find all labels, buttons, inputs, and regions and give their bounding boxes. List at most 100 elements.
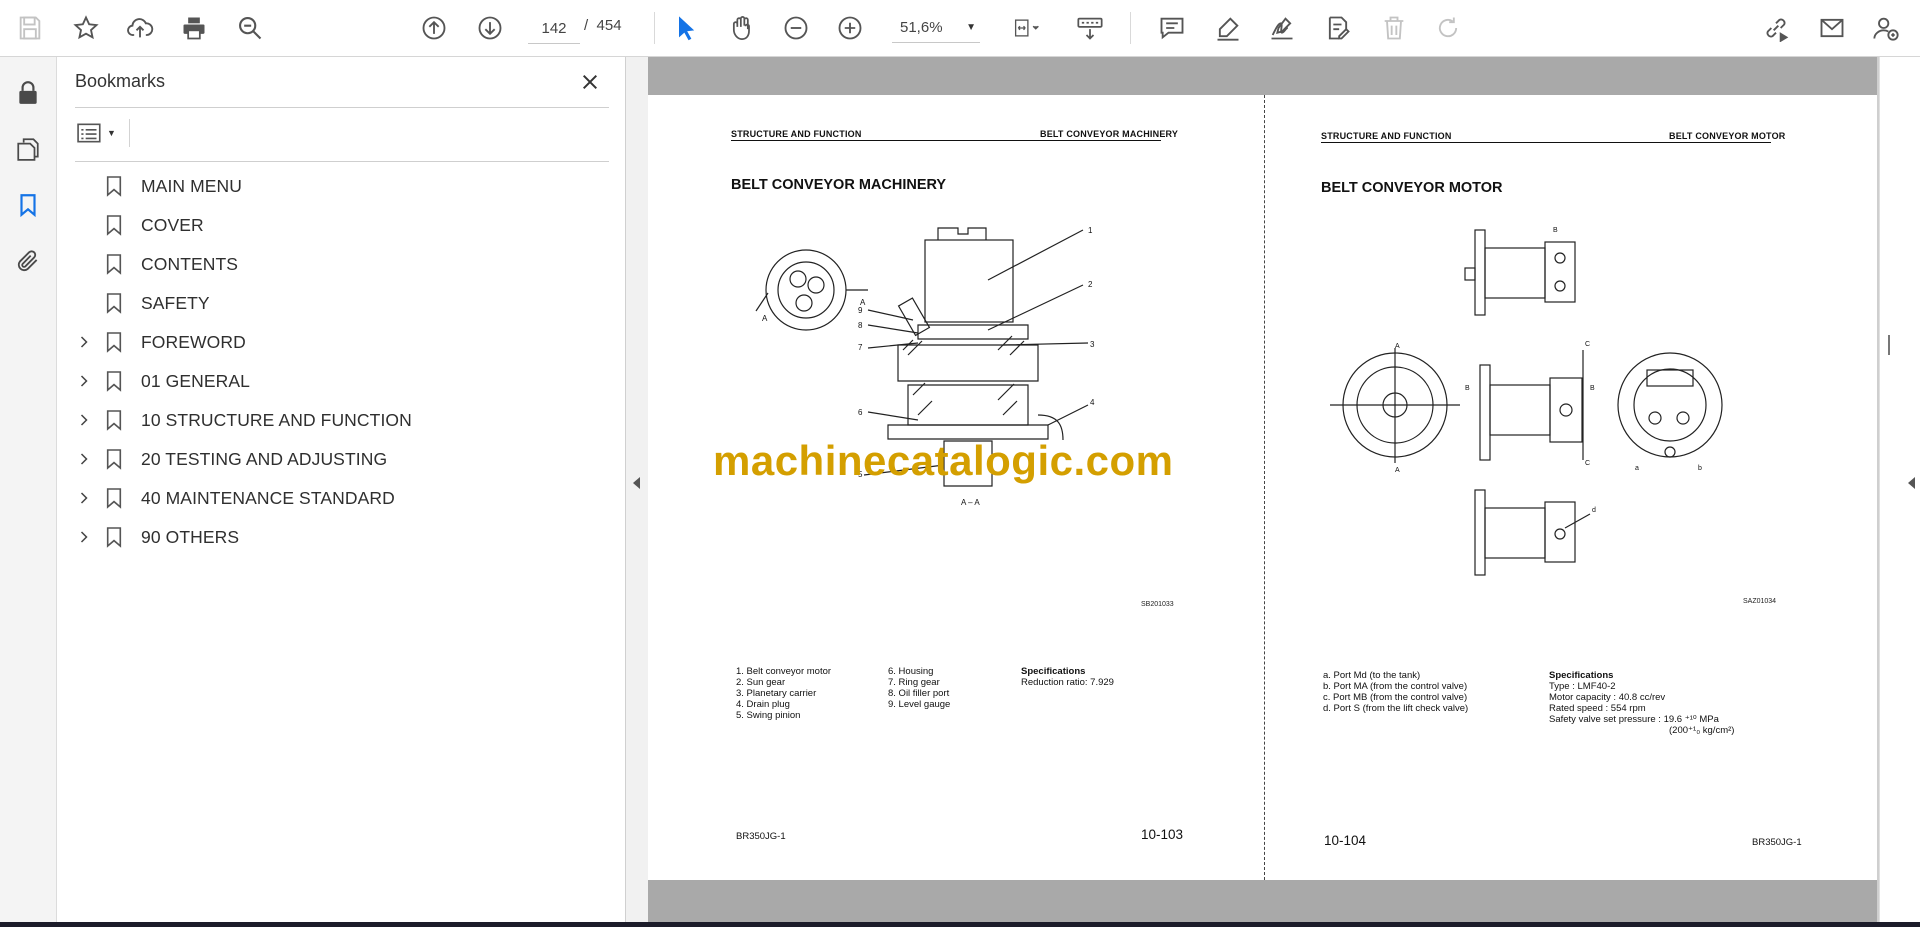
close-icon[interactable] (577, 69, 603, 95)
port-item: b. Port MA (from the control valve) (1323, 681, 1468, 692)
scrollbar-thumb[interactable] (1888, 335, 1890, 355)
callout-7: 7 (858, 343, 863, 352)
legend-item: 8. Oil filler port (888, 688, 950, 699)
pdf-page-right: STRUCTURE AND FUNCTION BELT CONVEYOR MOT… (1265, 95, 1877, 880)
os-taskbar (0, 922, 1920, 927)
zoom-value: 51,6% (900, 19, 943, 36)
bookmark-item[interactable]: 40 MAINTENANCE STANDARD (69, 482, 589, 514)
port-item: c. Port MB (from the control valve) (1323, 692, 1468, 703)
scroll-mode-icon[interactable] (1074, 12, 1106, 44)
page-header-right: BELT CONVEYOR MACHINERY (1040, 129, 1179, 139)
svg-text:d: d (1592, 507, 1596, 514)
svg-text:A: A (1395, 467, 1400, 474)
chevron-right-icon[interactable] (73, 448, 95, 470)
chevron-down-icon: ▼ (107, 128, 116, 138)
bookmark-item[interactable]: CONTENTS (69, 248, 589, 280)
main-toolbar: / 454 51,6% ▼ (0, 0, 1920, 57)
page-number-input[interactable] (528, 13, 580, 44)
spec-item: Type : LMF40-2 (1549, 681, 1616, 692)
bookmark-label: FOREWORD (141, 331, 246, 352)
hand-icon[interactable] (726, 12, 758, 44)
figure-code: SB201033 (1141, 601, 1174, 608)
svg-text:a: a (1635, 465, 1639, 472)
chevron-right-icon[interactable] (73, 370, 95, 392)
page-header-right: BELT CONVEYOR MOTOR (1669, 131, 1786, 141)
chevron-right-icon[interactable] (73, 331, 95, 353)
chevron-right-icon[interactable] (73, 526, 95, 548)
bookmark-icon (105, 174, 127, 198)
account-icon[interactable] (1870, 12, 1902, 44)
page-up-icon[interactable] (418, 12, 450, 44)
divider (129, 119, 130, 147)
panel-splitter[interactable] (625, 57, 649, 922)
callout-8: 8 (858, 321, 863, 330)
chevron-right-icon[interactable] (73, 409, 95, 431)
find-zoom-icon[interactable] (234, 12, 266, 44)
bookmark-item[interactable]: 90 OTHERS (69, 521, 589, 553)
bookmark-item[interactable]: 01 GENERAL (69, 365, 589, 397)
collapse-left-icon[interactable] (633, 477, 640, 489)
spec-item: Safety valve set pressure : 19.6 ⁺¹⁰ MPa (1549, 714, 1719, 725)
legend-item: 2. Sun gear (736, 677, 786, 688)
document-viewer[interactable]: STRUCTURE AND FUNCTION BELT CONVEYOR MAC… (648, 57, 1879, 922)
bookmark-item[interactable]: MAIN MENU (69, 170, 589, 202)
zoom-select[interactable]: 51,6% ▼ (892, 13, 980, 43)
bookmark-icon[interactable] (12, 189, 44, 221)
delete-icon[interactable] (1378, 12, 1410, 44)
sign-icon[interactable] (1266, 12, 1298, 44)
pdf-page-left: STRUCTURE AND FUNCTION BELT CONVEYOR MAC… (648, 95, 1264, 880)
header-rule (1321, 142, 1771, 143)
bookmark-item[interactable]: SAFETY (69, 287, 589, 319)
expand-right-panel-icon[interactable] (1908, 477, 1915, 489)
bookmark-icon (105, 525, 127, 549)
bookmark-item[interactable]: 20 TESTING AND ADJUSTING (69, 443, 589, 475)
legend-item: 5. Swing pinion (736, 710, 801, 721)
email-icon[interactable] (1816, 12, 1848, 44)
edit-pdf-icon[interactable] (1322, 12, 1354, 44)
svg-text:A: A (1395, 343, 1400, 350)
expand-placeholder (73, 253, 95, 275)
parts-legend-col2: 6. Housing 7. Ring gear 8. Oil filler po… (888, 666, 950, 710)
watermark: machinecatalogic.com (713, 437, 1174, 484)
spec-title: Specifications (1021, 666, 1086, 677)
bookmark-item[interactable]: 10 STRUCTURE AND FUNCTION (69, 404, 589, 436)
footer-model: BR350JG-1 (736, 831, 786, 842)
callout-a: A (762, 314, 768, 323)
spec-title: Specifications (1549, 670, 1614, 681)
star-icon[interactable] (70, 12, 102, 44)
save-icon[interactable] (14, 12, 46, 44)
navigation-rail (0, 57, 57, 922)
bookmark-item[interactable]: FOREWORD (69, 326, 589, 358)
legend-item: 4. Drain plug (736, 699, 790, 710)
page-title: BELT CONVEYOR MOTOR (1321, 180, 1503, 196)
comment-icon[interactable] (1156, 12, 1188, 44)
zoom-in-icon[interactable] (834, 12, 866, 44)
panel-title: Bookmarks (75, 71, 166, 91)
right-collapse-rail[interactable] (1879, 57, 1920, 922)
upload-cloud-icon[interactable] (124, 12, 156, 44)
callout-a: A (860, 298, 866, 307)
print-icon[interactable] (178, 12, 210, 44)
chevron-right-icon[interactable] (73, 487, 95, 509)
ports-legend: a. Port Md (to the tank) b. Port MA (fro… (1323, 670, 1468, 714)
legend-item: 1. Belt conveyor motor (736, 666, 832, 677)
redo-icon[interactable] (1432, 12, 1464, 44)
port-item: a. Port Md (to the tank) (1323, 670, 1421, 681)
bookmark-label: 20 TESTING AND ADJUSTING (141, 448, 388, 469)
legend-item: 3. Planetary carrier (736, 688, 817, 699)
select-cursor-icon[interactable] (670, 12, 702, 44)
expand-placeholder (73, 214, 95, 236)
bookmark-icon (105, 291, 127, 315)
share-link-icon[interactable] (1760, 12, 1792, 44)
spec-item: Rated speed : 554 rpm (1549, 703, 1646, 714)
highlight-icon[interactable] (1212, 12, 1244, 44)
page-fit-icon[interactable] (1004, 12, 1050, 44)
lock-icon[interactable] (12, 77, 44, 109)
page-down-icon[interactable] (474, 12, 506, 44)
bookmark-label: 10 STRUCTURE AND FUNCTION (141, 409, 412, 430)
attachment-icon[interactable] (12, 245, 44, 277)
bookmark-options-button[interactable]: ▼ (77, 119, 121, 147)
pages-icon[interactable] (12, 133, 44, 165)
zoom-out-icon[interactable] (780, 12, 812, 44)
bookmark-item[interactable]: COVER (69, 209, 589, 241)
